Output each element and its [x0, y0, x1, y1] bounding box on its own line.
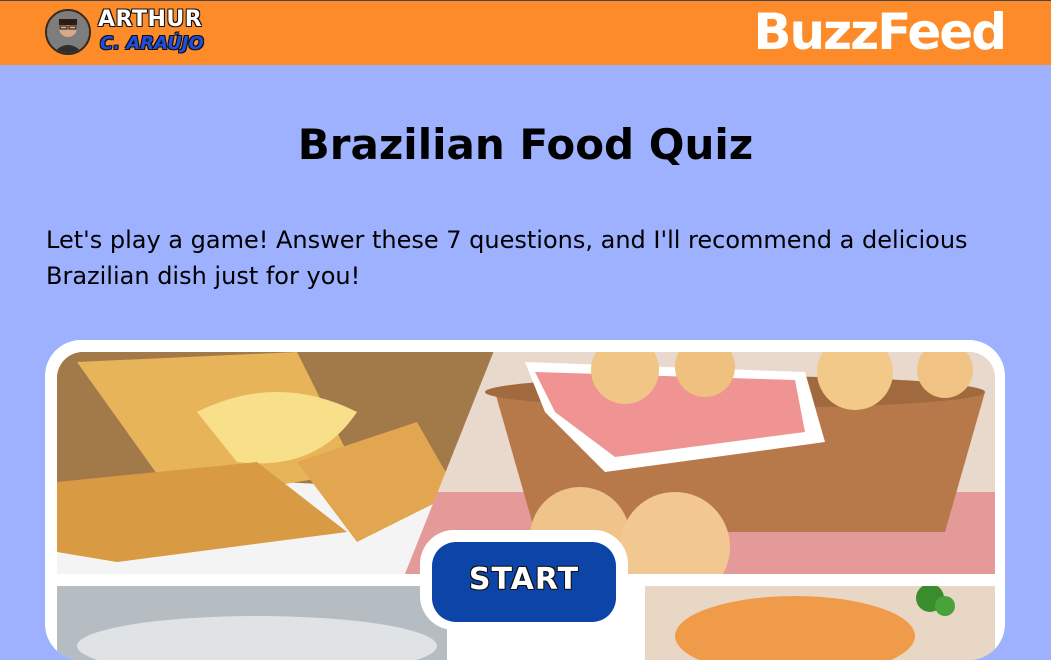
dish-bottom-right-photo: [645, 586, 995, 660]
author-avatar[interactable]: [45, 9, 91, 55]
food-photo-icon: [645, 586, 995, 660]
food-photo-icon: [57, 586, 447, 660]
dish-bottom-left-photo: [57, 586, 447, 660]
author-last-name: C. ARAÚJO: [100, 33, 204, 54]
start-button-frame: START: [420, 530, 628, 630]
author-first-name: ARTHUR: [98, 7, 203, 32]
buzzfeed-logo[interactable]: BuzzFeed: [753, 3, 1007, 61]
top-bar: ARTHUR C. ARAÚJO BuzzFeed: [0, 0, 1051, 65]
page-title: Brazilian Food Quiz: [297, 120, 754, 169]
intro-text: Let's play a game! Answer these 7 questi…: [46, 226, 968, 290]
avatar-icon: [47, 11, 89, 53]
start-button[interactable]: START: [432, 542, 616, 622]
